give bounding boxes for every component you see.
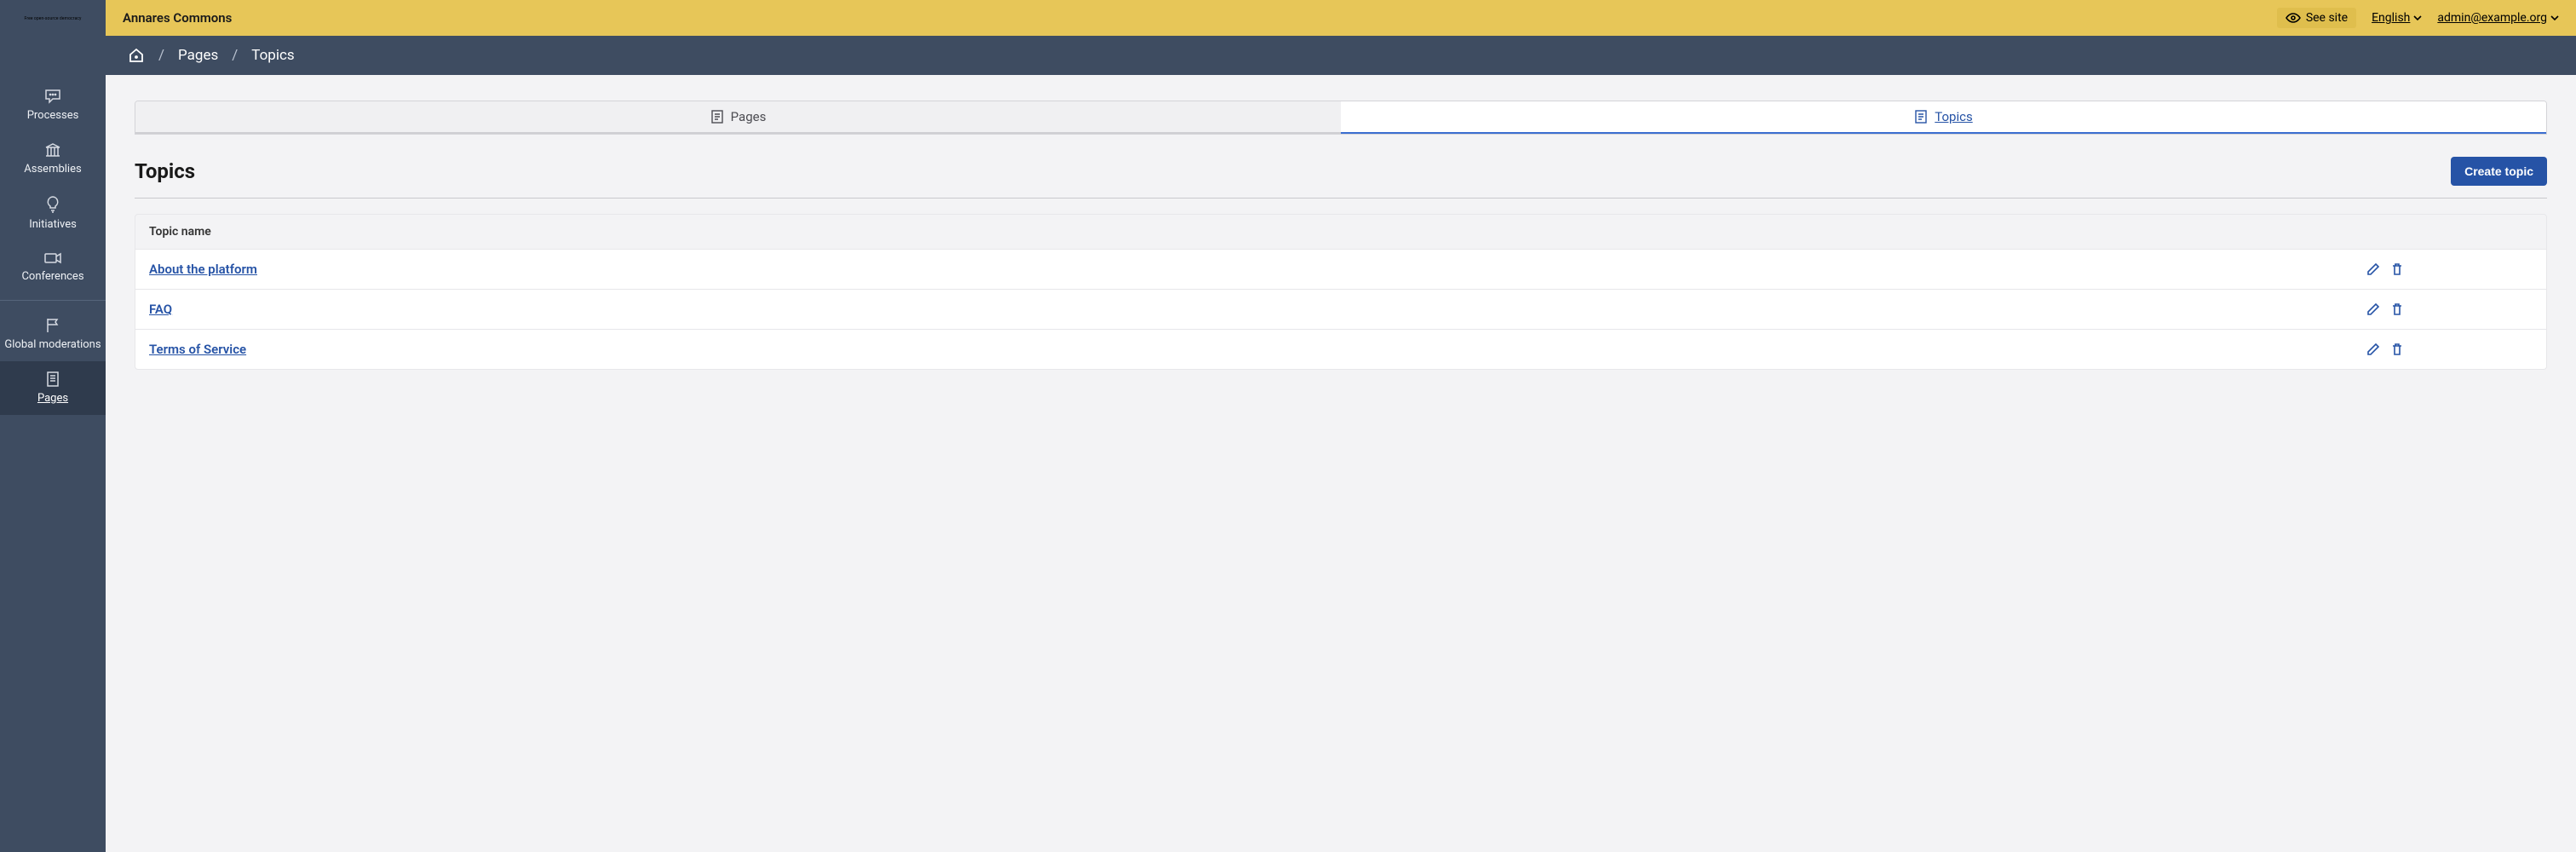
edit-button[interactable] (2366, 343, 2380, 356)
topbar-right: See site English admin@example.org (2277, 8, 2559, 28)
language-label: English (2372, 11, 2410, 25)
crumb-separator: / (232, 47, 238, 64)
topic-link[interactable]: Terms of Service (149, 342, 246, 357)
user-email: admin@example.org (2437, 11, 2547, 25)
delete-button[interactable] (2390, 262, 2404, 276)
table-body: About the platform FAQ (135, 250, 2547, 370)
tabs: Pages Topics (135, 101, 2547, 135)
sidebar-item-label: Initiatives (29, 218, 77, 231)
create-topic-button[interactable]: Create topic (2451, 157, 2547, 186)
sidebar-item-label: Assemblies (24, 163, 81, 176)
tab-pages[interactable]: Pages (135, 101, 1341, 134)
flag-icon (45, 318, 60, 333)
logo[interactable]: decidim Free open-source democracy (0, 0, 106, 36)
building-icon (44, 142, 61, 158)
topbar: Annares Commons See site English admin@e… (106, 0, 2576, 36)
sidebar-item-initiatives[interactable]: Initiatives (0, 186, 106, 241)
topic-link[interactable]: FAQ (149, 302, 172, 317)
delete-button[interactable] (2390, 343, 2404, 356)
lightbulb-icon (45, 196, 60, 213)
sidebar: decidim Free open-source democracy Proce… (0, 0, 106, 852)
home-icon (128, 47, 145, 64)
table-row: About the platform (135, 250, 2546, 289)
chat-icon (44, 89, 61, 104)
sidebar-item-label: Processes (27, 109, 79, 122)
sidebar-item-processes[interactable]: Processes (0, 78, 106, 132)
pencil-icon (2366, 302, 2380, 316)
edit-button[interactable] (2366, 302, 2380, 316)
page-header: Topics Create topic (135, 157, 2547, 199)
pencil-icon (2366, 343, 2380, 356)
video-icon (44, 251, 61, 265)
table-row: FAQ (135, 289, 2546, 329)
sidebar-item-label: Conferences (21, 270, 83, 283)
nav-group-secondary: Global moderations Pages (0, 301, 106, 415)
tab-label: Topics (1935, 109, 1972, 124)
trash-icon (2390, 343, 2404, 356)
breadcrumb-item[interactable]: Pages (178, 47, 218, 64)
sidebar-item-pages[interactable]: Pages (0, 361, 106, 415)
breadcrumb-item[interactable]: Topics (251, 47, 294, 64)
page-list-icon (1914, 110, 1928, 124)
sidebar-item-label: Pages (37, 392, 68, 405)
nav-group-primary: Processes Assemblies Initiatives Confere… (0, 36, 106, 293)
sidebar-item-label: Global moderations (4, 338, 101, 351)
chevron-down-icon (2413, 15, 2422, 20)
page-title: Topics (135, 159, 195, 183)
site-name: Annares Commons (123, 10, 232, 26)
sidebar-item-conferences[interactable]: Conferences (0, 241, 106, 293)
sidebar-item-assemblies[interactable]: Assemblies (0, 132, 106, 186)
chevron-down-icon (2550, 15, 2559, 20)
see-site-label: See site (2306, 11, 2348, 25)
pencil-icon (2366, 262, 2380, 276)
user-menu[interactable]: admin@example.org (2437, 11, 2559, 25)
page-icon (46, 371, 60, 387)
breadcrumb-home[interactable] (128, 47, 145, 64)
logo-tagline: Free open-source democracy (25, 16, 82, 21)
main: Annares Commons See site English admin@e… (106, 0, 2576, 852)
trash-icon (2390, 262, 2404, 276)
table-row: Terms of Service (135, 329, 2546, 369)
column-actions (2224, 215, 2546, 249)
tab-topics[interactable]: Topics (1341, 101, 2546, 134)
edit-button[interactable] (2366, 262, 2380, 276)
page-list-icon (710, 110, 724, 124)
tab-label: Pages (731, 109, 767, 124)
see-site-button[interactable]: See site (2277, 8, 2356, 28)
table-header: Topic name (135, 214, 2547, 250)
delete-button[interactable] (2390, 302, 2404, 316)
trash-icon (2390, 302, 2404, 316)
column-topic-name: Topic name (135, 215, 2224, 249)
breadcrumb: / Pages / Topics (106, 36, 2576, 75)
eye-icon (2286, 12, 2301, 24)
sidebar-item-global-moderations[interactable]: Global moderations (0, 308, 106, 361)
crumb-separator: / (158, 47, 164, 64)
content: Pages Topics Topics Create topic Topic n… (106, 75, 2576, 852)
language-switcher[interactable]: English (2372, 11, 2422, 25)
topic-link[interactable]: About the platform (149, 262, 257, 277)
